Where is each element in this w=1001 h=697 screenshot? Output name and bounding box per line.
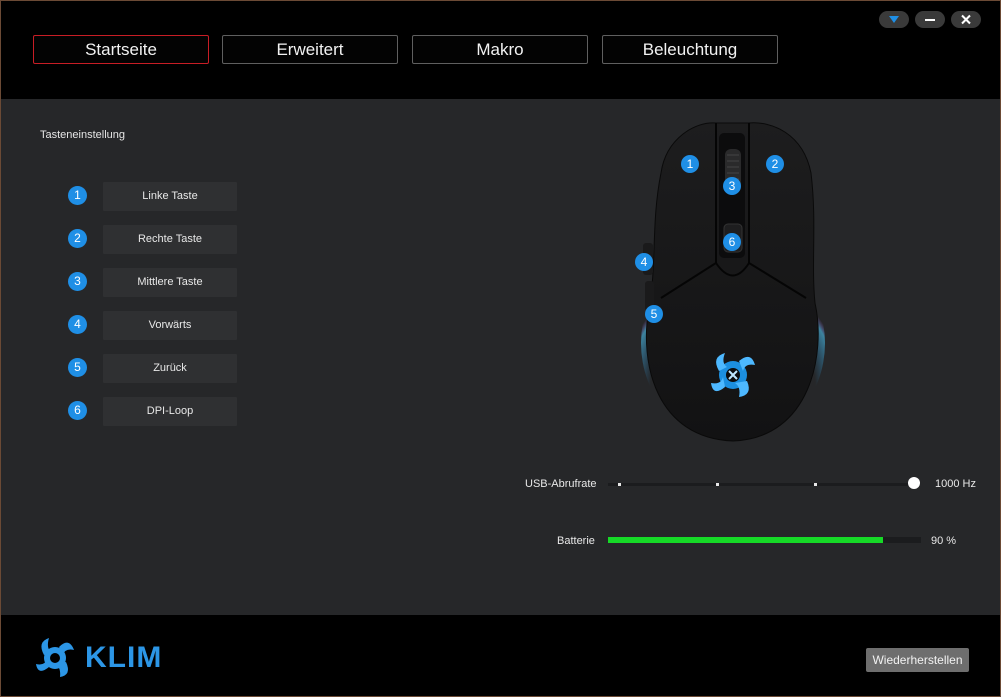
tab-erweitert[interactable]: Erweitert	[222, 35, 398, 64]
button-number-badge: 5	[68, 358, 87, 377]
tab-beleuchtung[interactable]: Beleuchtung	[602, 35, 778, 64]
dropdown-icon	[889, 16, 899, 23]
tab-startseite[interactable]: Startseite	[33, 35, 209, 64]
button-assign-linke-taste[interactable]: Linke Taste	[103, 182, 237, 211]
close-icon	[961, 14, 971, 25]
button-assign-rechte-taste[interactable]: Rechte Taste	[103, 225, 237, 254]
mouse-marker-4[interactable]: 4	[635, 253, 653, 271]
usb-rate-label: USB-Abrufrate	[525, 478, 597, 490]
klim-logo-icon	[36, 638, 74, 677]
usb-rate-value: 1000 Hz	[935, 478, 976, 490]
mouse-marker-2[interactable]: 2	[766, 155, 784, 173]
main-panel: Tasteneinstellung 1 Linke Taste 2 Rechte…	[1, 99, 1000, 615]
minimize-button[interactable]	[915, 11, 945, 28]
footer-bar: KLIM Wiederherstellen	[1, 615, 1000, 696]
close-button[interactable]	[951, 11, 981, 28]
section-title: Tasteneinstellung	[40, 129, 126, 141]
battery-bar-fill	[608, 537, 884, 543]
battery-value: 90 %	[931, 535, 957, 547]
mouse-illustration: 1 2 3 4 5 6	[621, 113, 841, 448]
button-number-badge: 6	[68, 401, 87, 420]
mouse-image	[641, 122, 825, 443]
app-window: Startseite Erweitert Makro Beleuchtung T…	[1, 1, 1000, 696]
button-number-badge: 1	[68, 186, 87, 205]
klim-logo: KLIM	[31, 632, 176, 680]
battery-label: Batterie	[557, 535, 595, 547]
battery-bar	[608, 537, 921, 543]
button-assign-dpi-loop[interactable]: DPI-Loop	[103, 397, 237, 426]
button-number-badge: 2	[68, 229, 87, 248]
slider-tick	[618, 483, 621, 486]
tab-makro[interactable]: Makro	[412, 35, 588, 64]
slider-tick	[814, 483, 817, 486]
dropdown-button[interactable]	[879, 11, 909, 28]
header-bar: Startseite Erweitert Makro Beleuchtung	[1, 1, 1000, 99]
button-number-badge: 4	[68, 315, 87, 334]
usb-rate-slider[interactable]	[608, 483, 913, 486]
mouse-marker-5[interactable]: 5	[645, 305, 663, 323]
slider-tick	[716, 483, 719, 486]
button-assign-mittlere-taste[interactable]: Mittlere Taste	[103, 268, 237, 297]
mouse-marker-1[interactable]: 1	[681, 155, 699, 173]
klim-logo-text: KLIM	[85, 641, 163, 674]
minimize-icon	[925, 19, 935, 21]
mouse-marker-6[interactable]: 6	[723, 233, 741, 251]
button-assign-vorwaerts[interactable]: Vorwärts	[103, 311, 237, 340]
restore-button[interactable]: Wiederherstellen	[866, 648, 969, 672]
button-assign-zurueck[interactable]: Zurück	[103, 354, 237, 383]
mouse-marker-3[interactable]: 3	[723, 177, 741, 195]
usb-rate-slider-handle[interactable]	[908, 477, 920, 489]
button-number-badge: 3	[68, 272, 87, 291]
